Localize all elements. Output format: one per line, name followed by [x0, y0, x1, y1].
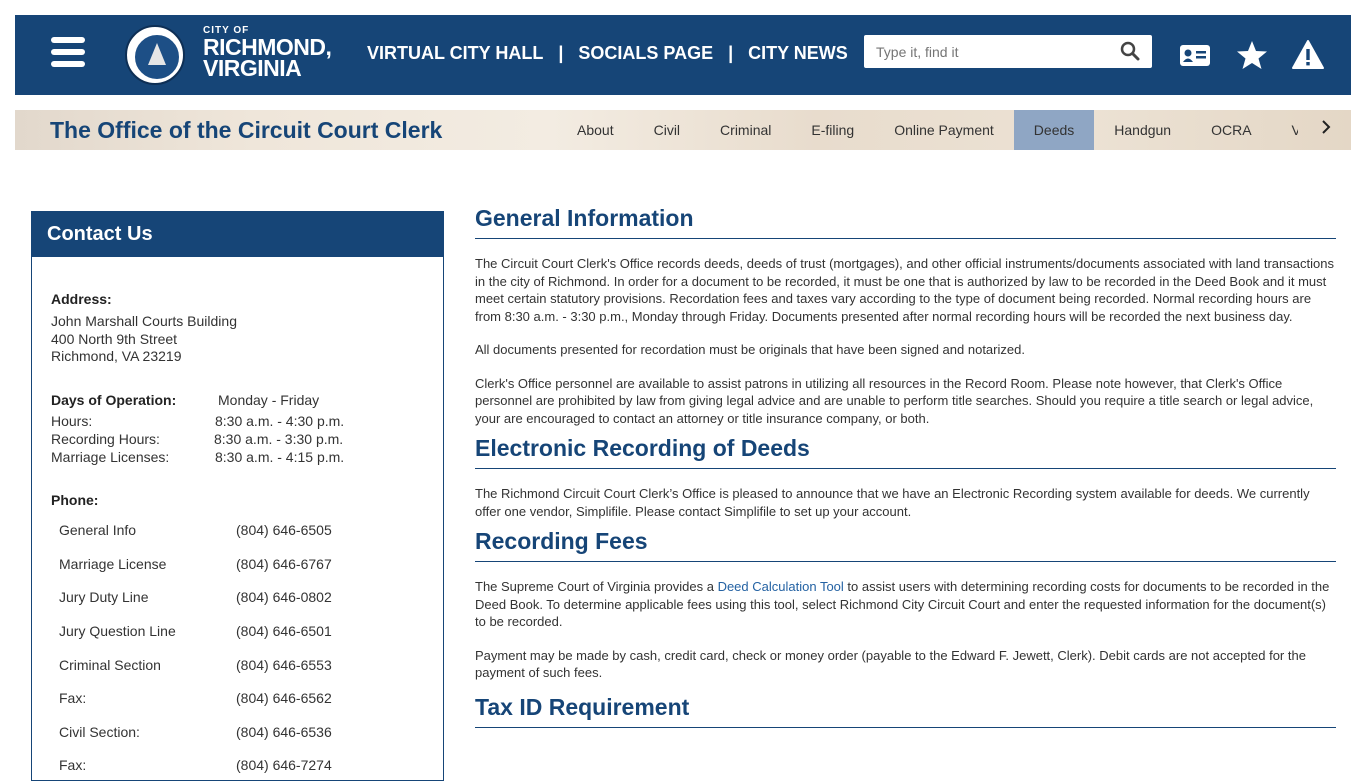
- department-banner: The Office of the Circuit Court Clerk Ab…: [15, 110, 1351, 150]
- recording-hours-value: 8:30 a.m. - 3:30 p.m.: [214, 431, 344, 447]
- nav-city-news[interactable]: CITY NEWS: [748, 43, 848, 64]
- fees-text-before: The Supreme Court of Virginia provides a: [475, 579, 718, 594]
- phone-row-number[interactable]: (804) 646-6553: [236, 657, 332, 673]
- tab-handgun[interactable]: Handgun: [1094, 110, 1191, 150]
- phone-row-number[interactable]: (804) 646-7274: [236, 757, 332, 773]
- phone-row-number[interactable]: (804) 646-0802: [236, 589, 332, 605]
- nav-separator: |: [558, 43, 564, 63]
- phone-row-number[interactable]: (804) 646-6562: [236, 690, 332, 706]
- department-tabs: About Civil Criminal E-filing Online Pay…: [557, 110, 1298, 150]
- site-header: CITY OF RICHMOND, VIRGINIA VIRTUAL CITY …: [15, 15, 1351, 95]
- fees-paragraph-1: The Supreme Court of Virginia provides a…: [475, 578, 1336, 631]
- electronic-paragraph: The Richmond Circuit Court Clerk’s Offic…: [475, 486, 1310, 519]
- general-paragraph-2: All documents presented for recordation …: [475, 342, 1025, 357]
- phone-row-number[interactable]: (804) 646-6501: [236, 623, 332, 639]
- deed-calculation-tool-link[interactable]: Deed Calculation Tool: [718, 579, 844, 594]
- hours-label: Hours:: [51, 413, 93, 429]
- address-line-1: John Marshall Courts Building: [51, 313, 237, 329]
- tab-ocra[interactable]: OCRA: [1191, 110, 1271, 150]
- address-line-2: 400 North 9th Street: [51, 331, 178, 347]
- hamburger-menu-icon[interactable]: [51, 37, 85, 71]
- recording-hours-label: Recording Hours:: [51, 431, 160, 447]
- search-input[interactable]: [874, 43, 1118, 61]
- fees-paragraph-2: Payment may be made by cash, credit card…: [475, 647, 1306, 681]
- department-title[interactable]: The Office of the Circuit Court Clerk: [50, 117, 442, 144]
- electronic-recording-heading: Electronic Recording of Deeds: [475, 435, 1336, 469]
- top-navigation: VIRTUAL CITY HALL | SOCIALS PAGE | CITY …: [367, 43, 848, 64]
- logo-line2: VIRGINIA: [203, 55, 302, 81]
- search-icon[interactable]: [1120, 41, 1140, 61]
- phone-row-label: General Info: [59, 522, 137, 538]
- phone-row-label: Jury Question Line: [59, 623, 176, 639]
- days-label: Days of Operation:: [51, 392, 177, 408]
- address-label: Address:: [51, 291, 112, 307]
- tab-overflow[interactable]: V: [1272, 110, 1298, 150]
- general-information-heading: General Information: [475, 205, 1336, 239]
- tab-criminal[interactable]: Criminal: [700, 110, 791, 150]
- chevron-right-icon[interactable]: [1317, 118, 1335, 136]
- city-seal-logo[interactable]: [125, 25, 185, 85]
- address-line-3: Richmond, VA 23219: [51, 348, 182, 364]
- recording-fees-heading: Recording Fees: [475, 528, 1336, 562]
- tab-online-payment[interactable]: Online Payment: [874, 110, 1014, 150]
- main-content: General Information The Circuit Court Cl…: [475, 205, 1336, 744]
- phone-row-number[interactable]: (804) 646-6505: [236, 522, 332, 538]
- phone-row-label: Jury Duty Line: [59, 589, 149, 605]
- contact-card-icon[interactable]: [1178, 39, 1212, 71]
- tab-deeds[interactable]: Deeds: [1013, 110, 1095, 150]
- marriage-hours-label: Marriage Licenses:: [51, 449, 170, 465]
- phone-label: Phone:: [51, 492, 99, 508]
- star-icon[interactable]: [1235, 39, 1269, 71]
- phone-row-label: Fax:: [59, 690, 87, 706]
- phone-row-number[interactable]: (804) 646-6767: [236, 556, 332, 572]
- days-value: Monday - Friday: [218, 392, 320, 408]
- phone-row-number[interactable]: (804) 646-6536: [236, 724, 332, 740]
- phone-row-label: Criminal Section: [59, 657, 161, 673]
- general-paragraph-1: The Circuit Court Clerk's Office records…: [475, 256, 1334, 324]
- phone-row-label: Marriage License: [59, 556, 167, 572]
- marriage-hours-value: 8:30 a.m. - 4:15 p.m.: [215, 449, 345, 465]
- city-logo-text[interactable]: CITY OF RICHMOND, VIRGINIA: [203, 25, 332, 81]
- tab-civil[interactable]: Civil: [634, 110, 700, 150]
- hours-value: 8:30 a.m. - 4:30 p.m.: [215, 413, 345, 429]
- nav-separator: |: [728, 43, 734, 63]
- nav-socials-page[interactable]: SOCIALS PAGE: [578, 43, 713, 64]
- search-box: [864, 35, 1152, 68]
- alert-icon[interactable]: [1291, 39, 1325, 71]
- tab-e-filing[interactable]: E-filing: [791, 110, 874, 150]
- phone-row-label: Fax:: [59, 757, 87, 773]
- contact-us-panel: Contact Us Address: John Marshall Courts…: [31, 211, 444, 781]
- nav-virtual-city-hall[interactable]: VIRTUAL CITY HALL: [367, 43, 543, 64]
- general-paragraph-3: Clerk's Office personnel are available t…: [475, 375, 1314, 426]
- phone-row-label: Civil Section:: [59, 724, 140, 740]
- tab-about[interactable]: About: [557, 110, 634, 150]
- contact-us-title: Contact Us: [32, 212, 443, 257]
- tax-id-heading: Tax ID Requirement: [475, 694, 1336, 728]
